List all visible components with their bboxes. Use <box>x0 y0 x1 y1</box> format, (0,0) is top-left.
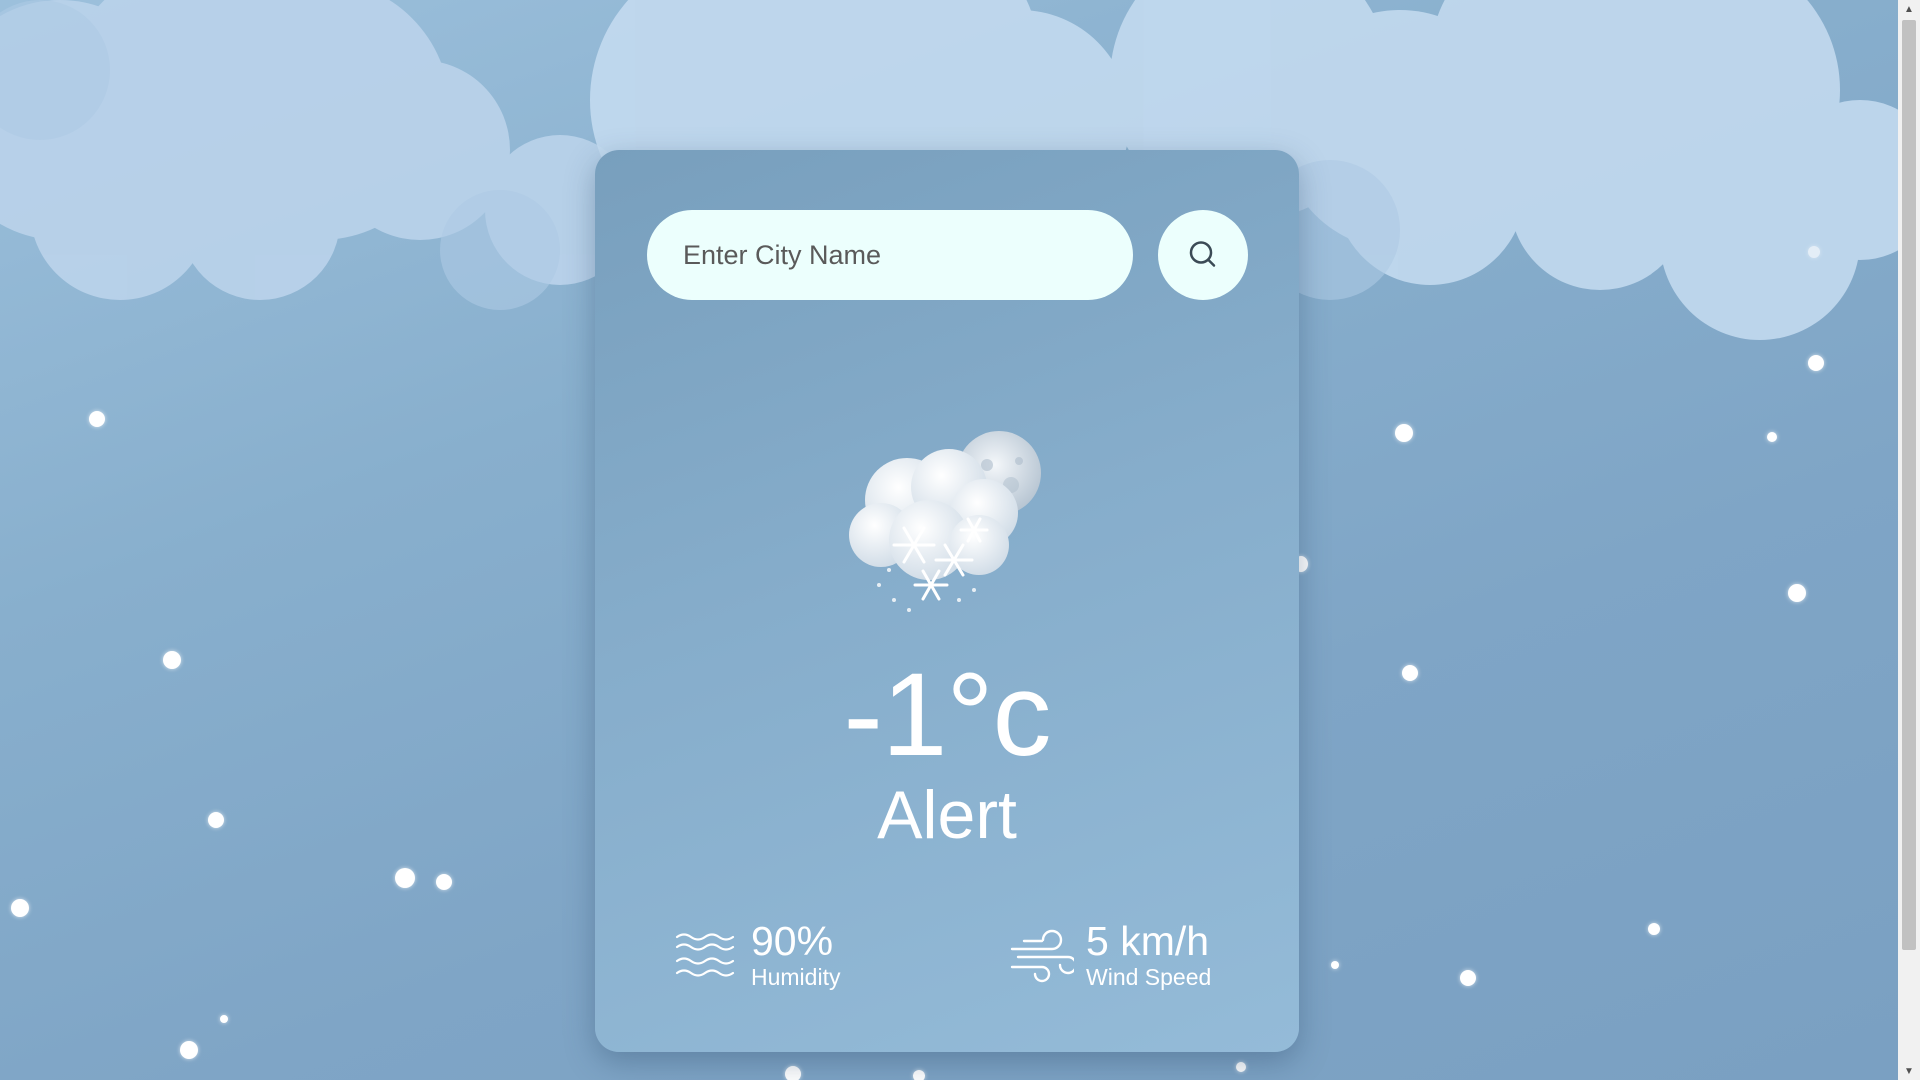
scrollbar-thumb[interactable] <box>1902 20 1916 950</box>
snowflake <box>1808 246 1820 258</box>
snowflake <box>1808 355 1824 371</box>
snowflake <box>1767 432 1777 442</box>
weather-condition: Alert <box>877 777 1017 853</box>
snowflake <box>395 868 415 888</box>
snow-cloud-moon-icon <box>849 431 1041 612</box>
snowflake <box>1788 584 1806 602</box>
humidity-waves-icon <box>675 933 735 977</box>
wind-detail: 5 km/h Wind Speed <box>1010 915 1211 995</box>
scroll-down-arrow-icon[interactable]: ▼ <box>1898 1062 1920 1080</box>
humidity-detail: 90% Humidity <box>675 915 840 995</box>
snowflake <box>220 1015 228 1023</box>
snowflake <box>1395 424 1413 442</box>
snowflake <box>436 874 452 890</box>
wind-label: Wind Speed <box>1086 964 1212 990</box>
snowflake <box>89 411 105 427</box>
snowflake <box>1236 1062 1246 1072</box>
search-bar <box>647 210 1248 300</box>
snowflake <box>913 1070 925 1080</box>
search-button[interactable] <box>1158 210 1248 300</box>
snowflake <box>163 651 181 669</box>
city-search-input[interactable] <box>647 210 1133 300</box>
snowflake <box>1402 665 1418 681</box>
snowflake <box>11 899 29 917</box>
snowflake <box>785 1066 801 1080</box>
wind-value: 5 km/h <box>1086 918 1210 964</box>
page-background: -1°c Alert 90% Humidity <box>0 0 1898 1080</box>
humidity-label: Humidity <box>751 964 841 990</box>
scroll-up-arrow-icon[interactable]: ▲ <box>1898 0 1920 18</box>
snowflake <box>208 812 224 828</box>
snowflake <box>1460 970 1476 986</box>
search-icon <box>1189 241 1216 267</box>
temperature-value: -1°c <box>843 649 1051 781</box>
weather-card: -1°c Alert 90% Humidity <box>595 150 1299 1052</box>
wind-icon <box>1010 929 1074 983</box>
snowflake <box>180 1041 198 1059</box>
vertical-scrollbar[interactable]: ▲ ▼ <box>1898 0 1920 1080</box>
humidity-value: 90% <box>751 918 834 964</box>
snowflake <box>1648 923 1660 935</box>
snowflake <box>1331 961 1339 969</box>
